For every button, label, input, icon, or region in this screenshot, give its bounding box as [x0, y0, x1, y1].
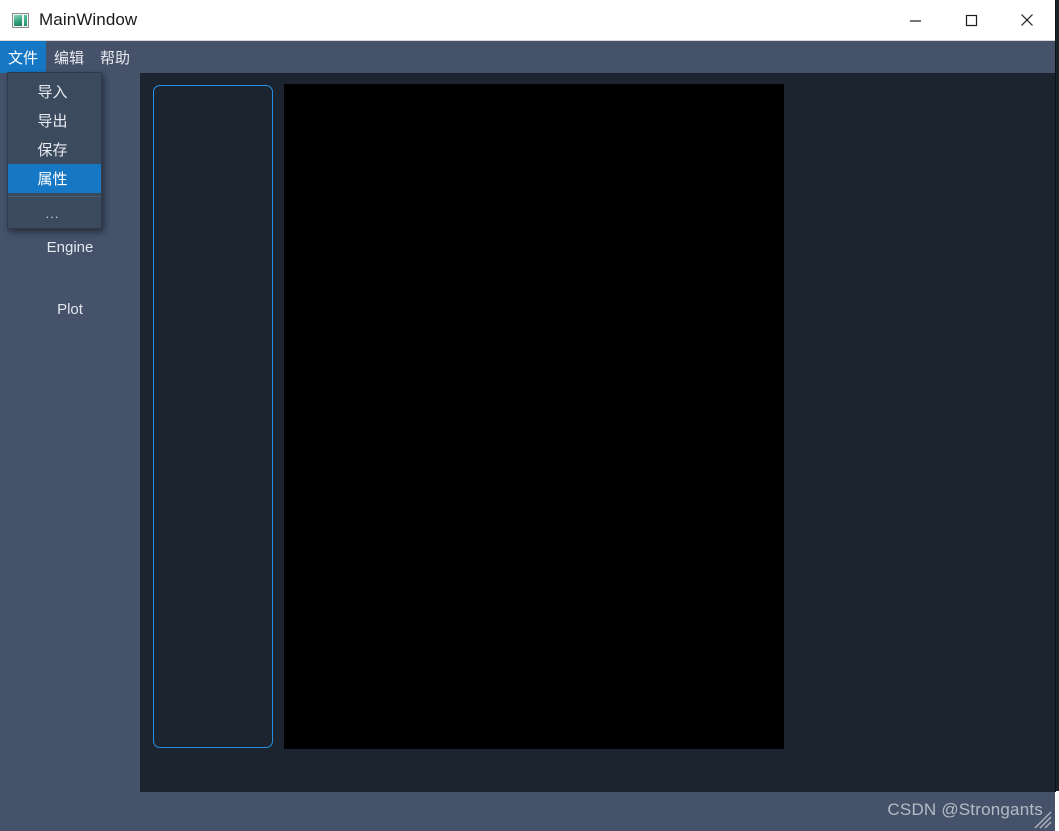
window-controls [887, 0, 1055, 40]
main-content-area [140, 73, 1055, 792]
maximize-icon [965, 14, 977, 26]
menu-bar: 文件 编辑 帮助 [0, 41, 1055, 73]
status-bar: CSDN @Strongants [0, 792, 1055, 831]
window-title: MainWindow [39, 10, 138, 29]
menu-option-import[interactable]: 导入 [8, 77, 101, 106]
sidebar-item-plot[interactable]: Plot [0, 301, 140, 318]
menu-separator [8, 196, 101, 197]
menu-item-help[interactable]: 帮助 [92, 41, 138, 73]
sidebar-item-engine[interactable]: Engine [0, 239, 140, 256]
maximize-button[interactable] [943, 0, 999, 40]
close-button[interactable] [999, 0, 1055, 40]
render-viewport[interactable] [284, 84, 784, 749]
menu-option-save[interactable]: 保存 [8, 135, 101, 164]
menu-item-edit[interactable]: 编辑 [46, 41, 92, 73]
file-menu-dropdown: 导入 导出 保存 属性 ... [7, 72, 102, 229]
menu-option-properties[interactable]: 属性 [8, 164, 101, 193]
main-window: MainWindow 文件 编辑 帮助 Engine Plot CSDN @St… [0, 0, 1055, 831]
menu-option-more[interactable]: ... [8, 200, 101, 226]
workspace: Render Engine Plot [0, 73, 1055, 792]
title-bar[interactable]: MainWindow [0, 0, 1055, 41]
watermark-label: CSDN @Strongants [887, 800, 1043, 819]
menu-option-export[interactable]: 导出 [8, 106, 101, 135]
minimize-icon [909, 19, 921, 22]
resize-grip-icon[interactable] [1031, 808, 1053, 830]
image-app-icon [12, 12, 29, 28]
empty-outlined-panel[interactable] [153, 85, 273, 748]
close-icon [1021, 14, 1033, 26]
minimize-button[interactable] [887, 0, 943, 40]
menu-item-file[interactable]: 文件 [0, 41, 47, 73]
